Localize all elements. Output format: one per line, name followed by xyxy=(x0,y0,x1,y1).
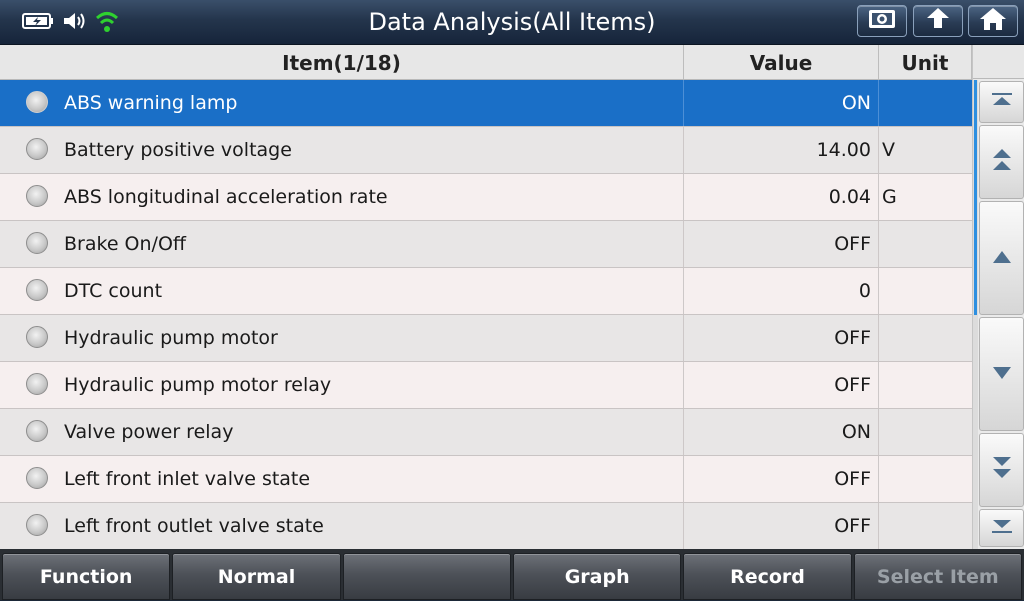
table-row[interactable]: Left front outlet valve state OFF xyxy=(0,503,972,550)
chevron-down-icon xyxy=(992,365,1012,384)
scrollbar-thumb[interactable] xyxy=(974,80,977,315)
page-title: Data Analysis(All Items) xyxy=(368,8,656,36)
home-button[interactable] xyxy=(968,5,1018,37)
row-value: OFF xyxy=(684,456,879,502)
scroll-up-button[interactable] xyxy=(979,201,1024,315)
row-unit xyxy=(879,409,972,455)
row-item: ABS warning lamp xyxy=(0,80,684,126)
chevron-up-icon xyxy=(992,249,1012,268)
row-value: OFF xyxy=(684,315,879,361)
table-row[interactable]: Left front inlet valve state OFF xyxy=(0,456,972,503)
row-item: Left front outlet valve state xyxy=(0,503,684,549)
table-row[interactable]: Hydraulic pump motor relay OFF xyxy=(0,362,972,409)
screenshot-button[interactable] xyxy=(857,5,907,37)
row-value: OFF xyxy=(684,503,879,549)
status-icons xyxy=(22,8,124,34)
row-unit xyxy=(879,456,972,502)
data-table: Item(1/18) Value Unit ABS warning lamp O… xyxy=(0,45,972,550)
battery-charging-icon xyxy=(22,12,54,30)
row-value: OFF xyxy=(684,221,879,267)
select-item-button[interactable]: Select Item xyxy=(853,553,1022,600)
row-value: OFF xyxy=(684,362,879,408)
table-row[interactable]: Valve power relay ON xyxy=(0,409,972,456)
normal-button[interactable]: Normal xyxy=(172,553,341,600)
row-unit xyxy=(879,362,972,408)
row-item: Left front inlet valve state xyxy=(0,456,684,502)
row-item: Brake On/Off xyxy=(0,221,684,267)
page-down-button[interactable] xyxy=(979,433,1024,507)
table-body: ABS warning lamp ON Battery positive vol… xyxy=(0,80,972,550)
scroll-to-bottom-icon xyxy=(990,518,1014,538)
home-icon xyxy=(978,6,1008,36)
row-item: DTC count xyxy=(0,268,684,314)
column-header-value: Value xyxy=(684,45,879,79)
scroll-bottom-button[interactable] xyxy=(979,509,1024,547)
screenshot-icon xyxy=(865,7,899,35)
scroll-to-top-icon xyxy=(990,92,1014,112)
row-unit: V xyxy=(882,139,895,161)
table-row[interactable]: Battery positive voltage 14.00 V xyxy=(0,127,972,174)
row-unit xyxy=(879,268,972,314)
row-item: Hydraulic pump motor xyxy=(0,315,684,361)
wifi-icon xyxy=(96,9,124,33)
row-value: 0 xyxy=(684,268,879,314)
row-unit xyxy=(879,503,972,549)
speaker-icon xyxy=(62,10,88,32)
table-row[interactable]: ABS longitudinal acceleration rate 0.04 … xyxy=(0,174,972,221)
back-arrow-icon xyxy=(923,6,953,36)
row-item: Valve power relay xyxy=(0,409,684,455)
function-button[interactable]: Function xyxy=(2,553,171,600)
row-value: ON xyxy=(684,409,879,455)
row-value: 14.00 xyxy=(684,127,879,173)
page-up-button[interactable] xyxy=(979,125,1024,199)
scroll-controls xyxy=(972,45,1024,549)
scroll-top-button[interactable] xyxy=(979,81,1024,123)
back-button[interactable] xyxy=(913,5,963,37)
row-unit xyxy=(879,221,972,267)
column-header-item: Item(1/18) xyxy=(0,45,684,79)
table-row[interactable]: ABS warning lamp ON xyxy=(0,80,972,127)
table-header: Item(1/18) Value Unit xyxy=(0,45,972,80)
table-row[interactable]: Brake On/Off OFF xyxy=(0,221,972,268)
title-bar: Data Analysis(All Items) xyxy=(0,0,1024,45)
function-bar: Function Normal Graph Record Select Item xyxy=(0,549,1024,600)
record-button[interactable]: Record xyxy=(683,553,852,600)
row-unit xyxy=(879,80,972,126)
double-chevron-down-icon xyxy=(991,456,1013,484)
double-chevron-up-icon xyxy=(991,148,1013,176)
column-header-unit: Unit xyxy=(879,45,972,79)
table-row[interactable]: DTC count 0 xyxy=(0,268,972,315)
graph-button[interactable]: Graph xyxy=(512,553,682,600)
row-value: ON xyxy=(684,80,879,126)
scroll-down-button[interactable] xyxy=(979,317,1024,431)
row-value: 0.04 xyxy=(684,174,879,220)
table-row[interactable]: Hydraulic pump motor OFF xyxy=(0,315,972,362)
row-item: Hydraulic pump motor relay xyxy=(0,362,684,408)
row-unit: G xyxy=(882,186,897,208)
empty-button[interactable] xyxy=(342,553,511,600)
row-item: ABS longitudinal acceleration rate xyxy=(0,174,684,220)
scroll-header xyxy=(973,45,1024,79)
row-item: Battery positive voltage xyxy=(0,127,684,173)
row-unit xyxy=(879,315,972,361)
